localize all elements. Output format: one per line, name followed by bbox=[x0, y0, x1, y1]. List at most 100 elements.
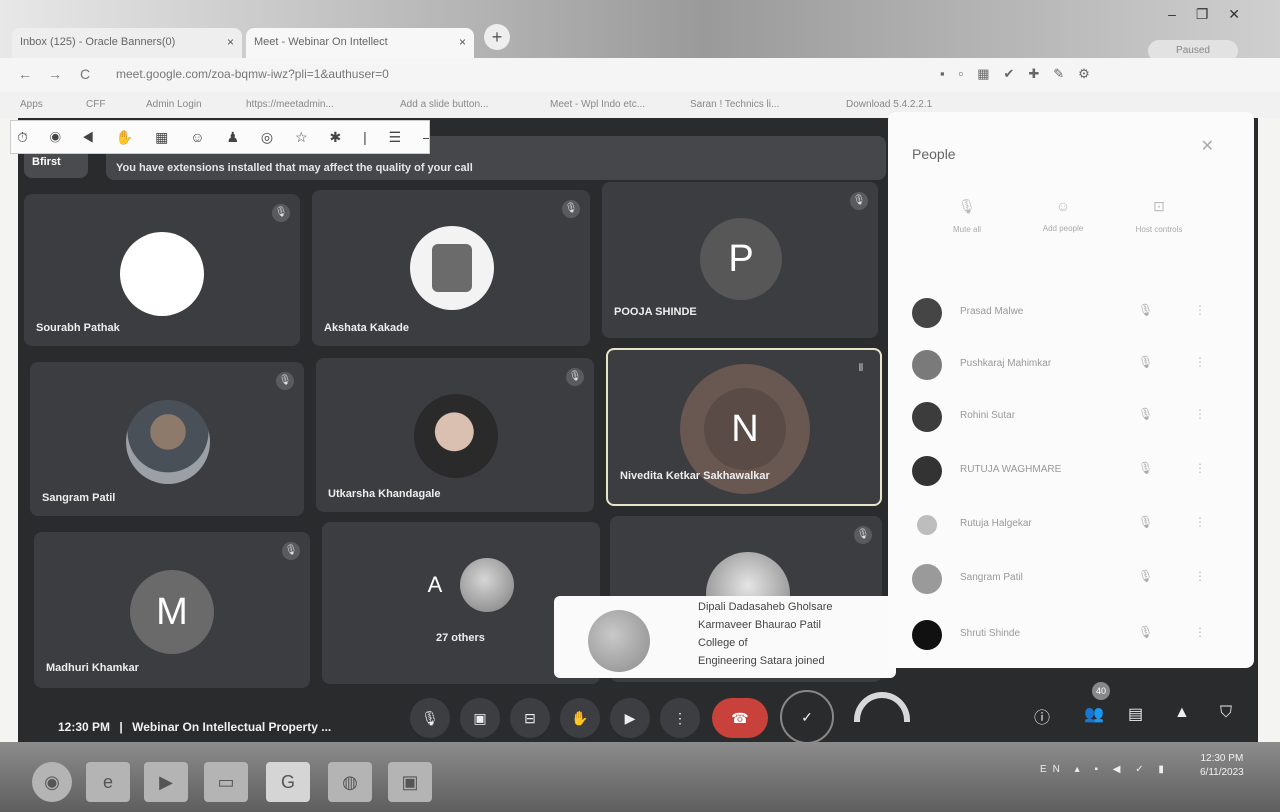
mic-off-icon[interactable]: 🎙 bbox=[1138, 515, 1153, 529]
more-options-icon[interactable]: ⋮ bbox=[1194, 515, 1206, 529]
chat-icon[interactable]: ▤ bbox=[1128, 704, 1143, 724]
tab-label: Meet - Webinar On Intellect bbox=[254, 36, 388, 48]
more-options-button[interactable]: ⋮ bbox=[660, 698, 700, 738]
list-item[interactable]: Rohini Sutar 🎙 ⋮ bbox=[912, 398, 1232, 438]
info-icon[interactable]: ⓘ bbox=[1034, 704, 1050, 728]
participant-tile[interactable]: 🎙 Utkarsha Khandagale bbox=[316, 358, 594, 512]
host-controls-icon[interactable]: ⛉ bbox=[1220, 704, 1232, 722]
raise-hand-button[interactable]: ✋ bbox=[560, 698, 600, 738]
participant-tile[interactable]: 🎙 Sourabh Pathak bbox=[24, 194, 300, 346]
avatar: N bbox=[704, 388, 786, 470]
close-window-button[interactable]: ✕ bbox=[1228, 6, 1240, 22]
bookmark-item[interactable]: Admin Login bbox=[146, 99, 202, 110]
mic-off-icon[interactable]: 🎙 bbox=[1138, 303, 1153, 317]
avatar: M bbox=[130, 570, 214, 654]
forward-button[interactable]: → bbox=[48, 66, 62, 82]
list-item[interactable]: Sangram Patil 🎙 ⋮ bbox=[912, 560, 1232, 600]
host-controls-button[interactable]: ⊡ Host controls bbox=[1114, 198, 1204, 234]
list-item[interactable]: Rutuja Halgekar 🎙 ⋮ bbox=[912, 506, 1232, 546]
participant-tile[interactable]: 🎙 M Madhuri Khamkar bbox=[34, 532, 310, 688]
tab-inbox[interactable]: Inbox (125) - Oracle Banners(0) × bbox=[12, 28, 242, 58]
chrome-icon[interactable]: G bbox=[266, 762, 310, 802]
more-options-icon[interactable]: ⋮ bbox=[1194, 625, 1206, 639]
tab-close-icon[interactable]: × bbox=[459, 35, 466, 49]
bookmark-item[interactable]: https://meetadmin... bbox=[246, 99, 334, 110]
mic-off-icon[interactable]: 🎙 bbox=[1138, 569, 1153, 583]
people-icon[interactable]: 👥 bbox=[1084, 704, 1104, 724]
avatar bbox=[126, 400, 210, 484]
mic-off-icon[interactable]: 🎙 bbox=[1138, 625, 1153, 639]
maximize-button[interactable]: ❐ bbox=[1196, 6, 1209, 22]
camera-button[interactable]: ▣ bbox=[460, 698, 500, 738]
bookmark-item[interactable]: Apps bbox=[20, 99, 43, 110]
participant-tile-speaking[interactable]: ⦀ N Nivedita Ketkar Sakhawalkar bbox=[606, 348, 882, 506]
new-tab-button[interactable]: + bbox=[484, 24, 510, 50]
participant-tile[interactable]: 🎙 P POOJA SHINDE bbox=[602, 182, 878, 338]
window-controls: – ❐ ✕ bbox=[1152, 6, 1240, 23]
bookmark-item[interactable]: Add a slide button... bbox=[400, 99, 488, 110]
list-item[interactable]: Prasad Malwe 🎙 ⋮ bbox=[912, 294, 1232, 334]
mic-off-icon[interactable]: 🎙 bbox=[1138, 461, 1153, 475]
add-people-button[interactable]: ☺ Add people bbox=[1018, 198, 1108, 233]
avatar bbox=[912, 298, 942, 328]
network-gauge-icon bbox=[854, 692, 910, 722]
check-button[interactable]: ✓ bbox=[780, 690, 834, 744]
list-item[interactable]: RUTUJA WAGHMARE 🎙 ⋮ bbox=[912, 452, 1232, 492]
bookmark-item[interactable]: Download 5.4.2.2.1 bbox=[846, 99, 932, 110]
bookmark-item[interactable]: CFF bbox=[86, 99, 105, 110]
activities-icon[interactable]: ▲ bbox=[1174, 704, 1190, 722]
browser-chrome: Inbox (125) - Oracle Banners(0) × Meet -… bbox=[0, 0, 1280, 118]
url-field[interactable]: meet.google.com/zoa-bqmw-iwz?pli=1&authu… bbox=[116, 67, 389, 81]
windows-taskbar: ◉ e ▶ ▭ G ◍ ▣ EN ▴ ▪ ◀ ✓ ▮ 12:30 PM 6/11… bbox=[0, 742, 1280, 812]
lock-icon: ⊡ bbox=[1153, 198, 1165, 214]
reload-button[interactable]: C bbox=[80, 66, 90, 82]
back-button[interactable]: ← bbox=[18, 66, 32, 82]
extension-icons[interactable]: ▪▫▦✔✚✎⚙ bbox=[940, 66, 1104, 82]
start-button[interactable]: ◉ bbox=[32, 762, 72, 802]
toast-line: Dipali Dadasaheb Gholsare bbox=[698, 601, 833, 613]
participant-name: Sangram Patil bbox=[960, 572, 1023, 583]
meeting-title: Webinar On Intellectual Property ... bbox=[132, 720, 332, 734]
mute-all-button[interactable]: 🎙 Mute all bbox=[922, 198, 1012, 234]
participant-name: Rohini Sutar bbox=[960, 410, 1016, 421]
end-call-button[interactable]: ☎ bbox=[712, 698, 768, 738]
internet-explorer-icon[interactable]: e bbox=[86, 762, 130, 802]
file-explorer-icon[interactable]: ▭ bbox=[204, 762, 248, 802]
firefox-icon[interactable]: ◍ bbox=[328, 762, 372, 802]
more-options-icon[interactable]: ⋮ bbox=[1194, 407, 1206, 421]
language-indicator[interactable]: EN bbox=[1040, 764, 1066, 775]
mic-off-icon[interactable]: 🎙 bbox=[1138, 407, 1153, 421]
more-options-icon[interactable]: ⋮ bbox=[1194, 355, 1206, 369]
action-label: Add people bbox=[1042, 224, 1084, 233]
participant-joined-toast: Dipali Dadasaheb Gholsare Karmaveer Bhau… bbox=[554, 596, 896, 678]
more-options-icon[interactable]: ⋮ bbox=[1194, 303, 1206, 317]
action-label: Mute all bbox=[952, 225, 981, 234]
avatar bbox=[414, 394, 498, 478]
present-button[interactable]: ▶ bbox=[610, 698, 650, 738]
mic-off-icon[interactable]: 🎙 bbox=[1138, 355, 1153, 369]
media-player-icon[interactable]: ▶ bbox=[144, 762, 188, 802]
participant-tile[interactable]: 🎙 Akshata Kakade bbox=[312, 190, 590, 346]
captions-button[interactable]: ⊟ bbox=[510, 698, 550, 738]
clock-date: 6/11/2023 bbox=[1200, 767, 1244, 778]
app-window-icon[interactable]: ▣ bbox=[388, 762, 432, 802]
people-count-badge: 40 bbox=[1092, 682, 1110, 700]
tab-close-icon[interactable]: × bbox=[227, 35, 234, 49]
mic-button[interactable]: 🎙 bbox=[410, 698, 450, 738]
list-item[interactable]: Pushkaraj Mahimkar 🎙 ⋮ bbox=[912, 346, 1232, 386]
participant-tile[interactable]: 🎙 Sangram Patil bbox=[30, 362, 304, 516]
close-icon[interactable]: ✕ bbox=[1201, 136, 1214, 156]
bookmark-item[interactable]: Saran ! Technics li... bbox=[690, 99, 779, 110]
tab-meet[interactable]: Meet - Webinar On Intellect × bbox=[246, 28, 474, 58]
more-options-icon[interactable]: ⋮ bbox=[1194, 569, 1206, 583]
list-item[interactable]: Shruti Shinde 🎙 ⋮ bbox=[912, 616, 1232, 656]
minimize-button[interactable]: – bbox=[1168, 6, 1176, 22]
taskbar-clock[interactable]: 12:30 PM 6/11/2023 bbox=[1200, 752, 1244, 780]
people-panel: People ✕ 🎙 Mute all ☺ Add people ⊡ Host con… bbox=[888, 112, 1254, 668]
bookmark-item[interactable]: Meet - Wpl Indo etc... bbox=[550, 99, 645, 110]
more-options-icon[interactable]: ⋮ bbox=[1194, 461, 1206, 475]
avatar bbox=[912, 402, 942, 432]
mic-off-icon: 🎙 bbox=[282, 542, 300, 560]
extension-floating-toolbar[interactable]: ⏱ ◉ ◀ ✋ ▦ ☺ ♟ ◎ ☆ ✱ | ☰ – ✥ bbox=[10, 120, 430, 154]
others-count: 27 others bbox=[436, 632, 485, 644]
